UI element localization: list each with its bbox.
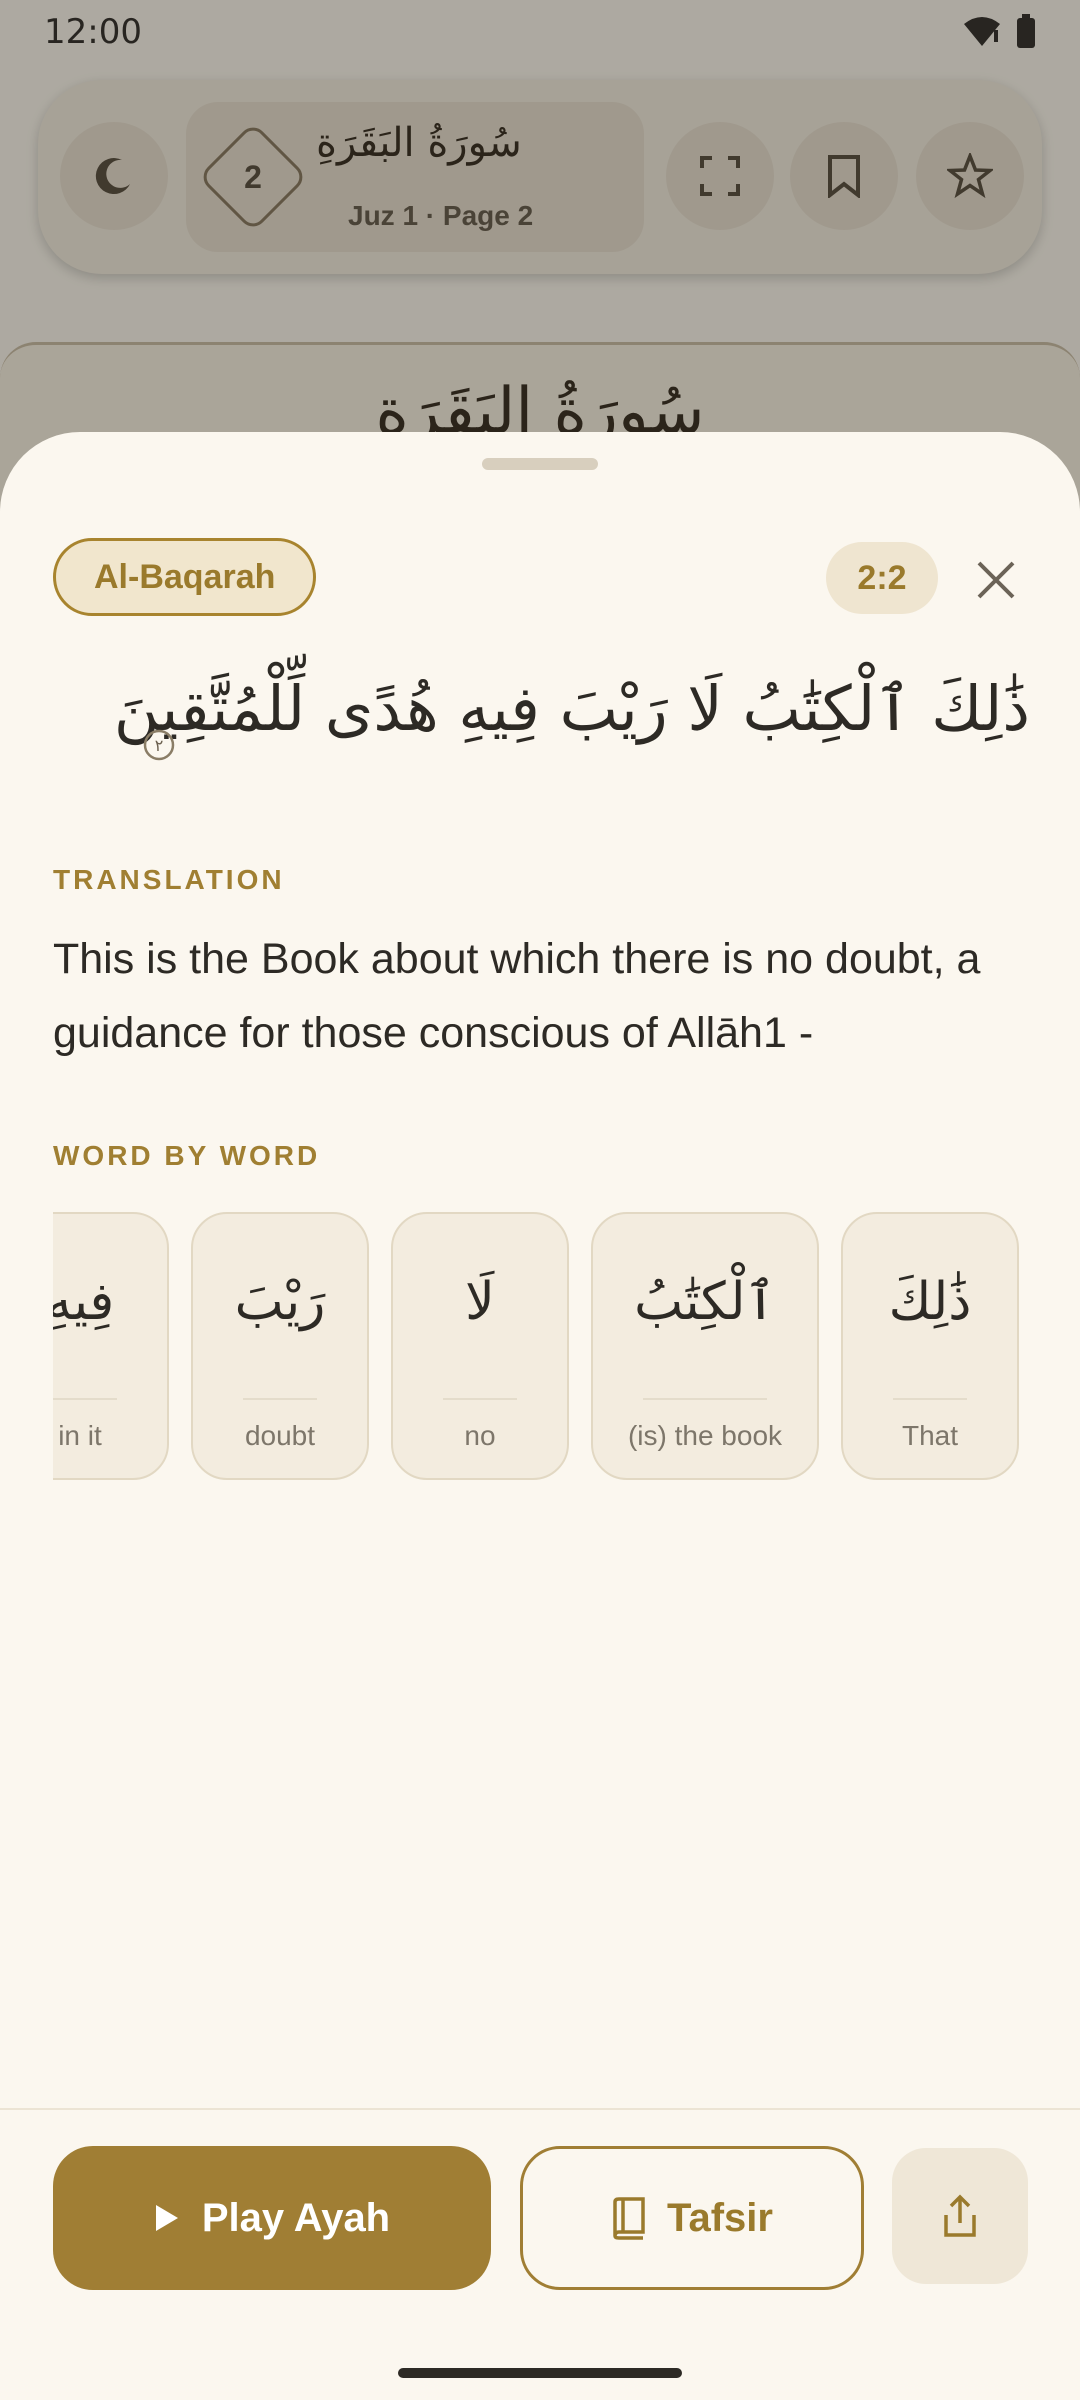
word-card[interactable]: رَيْبَ doubt: [191, 1212, 369, 1480]
drag-handle[interactable]: [482, 458, 598, 470]
action-bar-divider: [0, 2108, 1080, 2110]
word-by-word-label: WORD BY WORD: [53, 1140, 321, 1171]
word-card[interactable]: ذَٰلِكَ That: [841, 1212, 1019, 1480]
word-arabic: ذَٰلِكَ: [888, 1272, 972, 1332]
tafsir-button[interactable]: Tafsir: [520, 2146, 864, 2290]
play-ayah-button[interactable]: Play Ayah: [53, 2146, 491, 2290]
book-icon: [613, 2197, 645, 2240]
surah-name-badge: Al-Baqarah: [53, 538, 317, 616]
word-meaning: doubt: [244, 1420, 316, 1451]
word-meaning: in it: [58, 1420, 102, 1451]
tafsir-label: Tafsir: [667, 2195, 773, 2240]
word-meaning: (is) the book: [627, 1420, 783, 1451]
word-arabic: رَيْبَ: [234, 1272, 326, 1332]
share-button[interactable]: [892, 2148, 1028, 2284]
verse-detail-sheet: Al-Baqarah 2:2 ذَٰلِكَ ٱلْكِتَٰبُ لَا رَ…: [0, 432, 1080, 2400]
verse-arabic-text: ذَٰلِكَ ٱلْكِتَٰبُ لَا رَيْبَ فِيهِ هُدً…: [113, 672, 1030, 745]
translation-text: This is the Book about which there is no…: [53, 935, 981, 1057]
ayah-number-glyph: ٢: [155, 736, 164, 755]
close-icon: [977, 561, 1015, 599]
word-divider: [53, 1398, 117, 1400]
share-icon: [944, 2194, 976, 2237]
verse-ref-badge: 2:2: [826, 542, 938, 614]
word-divider: [893, 1398, 967, 1400]
word-arabic: ٱلْكِتَٰبُ: [634, 1272, 776, 1332]
word-meaning: no: [464, 1420, 496, 1451]
word-divider: [643, 1398, 767, 1400]
word-divider: [243, 1398, 317, 1400]
play-ayah-label: Play Ayah: [201, 2195, 391, 2240]
translation-label: TRANSLATION: [53, 864, 285, 895]
play-icon: [155, 2205, 178, 2231]
home-indicator[interactable]: [398, 2368, 682, 2378]
close-button[interactable]: [960, 544, 1032, 616]
word-card[interactable]: لَا no: [391, 1212, 569, 1480]
word-card[interactable]: فِيهِ in it: [53, 1212, 169, 1480]
word-by-word-list[interactable]: ذَٰلِكَ That ٱلْكِتَٰبُ (is) the book لَ…: [53, 1212, 1033, 1492]
word-arabic: لَا: [465, 1272, 495, 1332]
word-card[interactable]: ٱلْكِتَٰبُ (is) the book: [591, 1212, 819, 1480]
word-arabic: فِيهِ: [53, 1272, 115, 1332]
word-divider: [443, 1398, 517, 1400]
ayah-number-marker: ٢: [143, 729, 175, 761]
word-meaning: That: [901, 1420, 959, 1451]
